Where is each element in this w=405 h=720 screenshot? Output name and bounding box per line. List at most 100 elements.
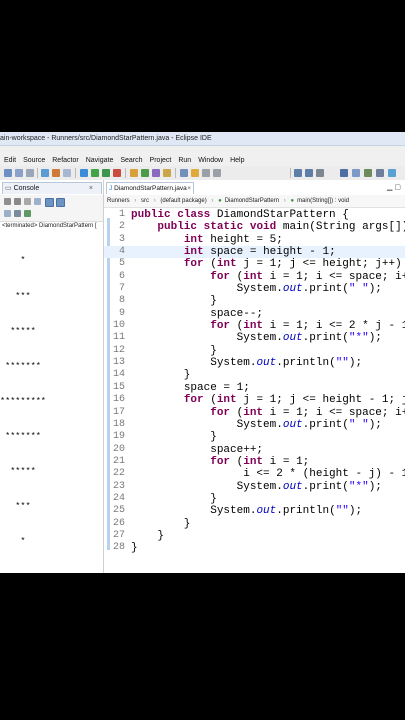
code-text: public class DiamondStarPattern { xyxy=(131,209,349,221)
clear-console-icon[interactable] xyxy=(34,198,41,205)
new-class-icon[interactable] xyxy=(141,169,149,177)
code-line[interactable]: 26 } xyxy=(104,518,405,530)
menu-edit[interactable]: Edit xyxy=(4,157,16,164)
close-icon[interactable]: × xyxy=(187,183,191,194)
breadcrumb-project[interactable]: Runners xyxy=(107,198,130,204)
code-line[interactable]: 7 System.out.print(" "); xyxy=(104,283,405,295)
remove-all-icon[interactable] xyxy=(24,198,31,205)
scroll-lock-icon[interactable] xyxy=(45,198,54,207)
next-edit-icon[interactable] xyxy=(213,169,221,177)
display-console-icon[interactable] xyxy=(14,210,21,217)
breadcrumb-package[interactable]: (default package) xyxy=(160,198,206,204)
code-line[interactable]: 4 int space = height - 1; xyxy=(104,246,405,259)
menu-help[interactable]: Help xyxy=(230,157,244,164)
code-line[interactable]: 21 for (int i = 1; xyxy=(104,456,405,468)
debug-perspective-icon[interactable] xyxy=(364,169,372,177)
code-line[interactable]: 25 System.out.println(""); xyxy=(104,505,405,517)
menu-source[interactable]: Source xyxy=(23,157,45,164)
new-package-icon[interactable] xyxy=(130,169,138,177)
java-perspective-icon[interactable] xyxy=(352,169,360,177)
breadcrumb-class[interactable]: DiamondStarPattern xyxy=(225,198,279,204)
code-line[interactable]: 22 i <= 2 * (height - j) - 1; i++) { xyxy=(104,468,405,480)
open-type-icon[interactable] xyxy=(152,169,160,177)
code-line[interactable]: 3 int height = 5; xyxy=(104,234,405,246)
code-line[interactable]: 2 public static void main(String args[])… xyxy=(104,221,405,233)
code-line[interactable]: 18 System.out.print(" "); xyxy=(104,419,405,431)
stop-icon[interactable] xyxy=(113,169,121,177)
minimize-icon[interactable]: ▁ ▢ xyxy=(387,183,401,191)
editor-tab[interactable]: J DiamondStarPattern.java × xyxy=(106,182,194,194)
output-line: *** xyxy=(0,501,31,512)
line-number: 24 xyxy=(112,492,125,504)
run-icon[interactable] xyxy=(91,169,99,177)
line-number: 26 xyxy=(112,517,125,529)
code-line[interactable]: 27 } xyxy=(104,530,405,542)
code-text: } xyxy=(131,369,191,382)
code-text: System.out.print(" "); xyxy=(236,418,382,431)
code-line[interactable]: 24 } xyxy=(104,493,405,505)
menu-run[interactable]: Run xyxy=(178,157,191,164)
settings-icon[interactable] xyxy=(388,169,396,177)
code-line[interactable]: 14 } xyxy=(104,369,405,381)
class-icon: ● xyxy=(218,198,222,204)
stop-icon[interactable] xyxy=(4,198,11,205)
window-title: ain-workspace - Runners/src/DiamondStarP… xyxy=(0,132,405,146)
breadcrumb-method[interactable]: main(String[]) : void xyxy=(297,198,349,204)
git-perspective-icon[interactable] xyxy=(376,169,384,177)
code-line[interactable]: 11 System.out.print("*"); xyxy=(104,332,405,344)
code-line[interactable]: 5 for (int j = 1; j <= height; j++) { xyxy=(104,258,405,270)
code-text: int space = height - 1; xyxy=(183,246,336,259)
open-console-icon[interactable] xyxy=(24,210,31,217)
code-line[interactable]: 9 space--; xyxy=(104,308,405,320)
code-line[interactable]: 17 for (int i = 1; i <= space; i++) { xyxy=(104,407,405,419)
line-number: 16 xyxy=(112,394,125,406)
pencil-icon[interactable] xyxy=(191,169,199,177)
menu-navigate[interactable]: Navigate xyxy=(86,157,114,164)
menu-refactor[interactable]: Refactor xyxy=(52,157,78,164)
menu-search[interactable]: Search xyxy=(120,157,142,164)
code-line[interactable]: 19 } xyxy=(104,431,405,443)
forward-icon[interactable] xyxy=(305,169,313,177)
code-line[interactable]: 1 public class DiamondStarPattern { xyxy=(104,209,405,221)
print-icon[interactable] xyxy=(26,169,34,177)
remove-launch-icon[interactable] xyxy=(14,198,21,205)
menu-window[interactable]: Window xyxy=(198,157,223,164)
search-icon[interactable] xyxy=(163,169,171,177)
perspective-icon[interactable] xyxy=(340,169,348,177)
debug-run-icon[interactable] xyxy=(80,169,88,177)
tool-icon[interactable] xyxy=(52,169,60,177)
code-line[interactable]: 23 System.out.print("*"); xyxy=(104,481,405,493)
coverage-icon[interactable] xyxy=(102,169,110,177)
code-line[interactable]: 15 space = 1; xyxy=(104,382,405,394)
line-number: 25 xyxy=(112,505,125,517)
code-line[interactable]: 28} xyxy=(104,542,405,554)
code-line[interactable]: 12 } xyxy=(104,345,405,357)
debug-icon[interactable] xyxy=(41,169,49,177)
main-toolbar xyxy=(0,166,405,181)
back-icon[interactable] xyxy=(294,169,302,177)
code-text: space = 1; xyxy=(183,381,250,394)
code-line[interactable]: 6 for (int i = 1; i <= space; i++) { xyxy=(104,271,405,283)
console-icon: ▭ xyxy=(5,185,12,192)
breadcrumb-src[interactable]: src xyxy=(141,198,149,204)
pin-icon[interactable] xyxy=(316,169,324,177)
prev-edit-icon[interactable] xyxy=(202,169,210,177)
code-line[interactable]: 10 for (int i = 1; i <= 2 * j - 1; i++) … xyxy=(104,320,405,332)
line-number: 3 xyxy=(118,233,125,245)
code-line[interactable]: 8 } xyxy=(104,295,405,307)
code-area[interactable]: 1 public class DiamondStarPattern {2 publ… xyxy=(104,209,405,555)
terminated-label: <terminated> DiamondStarPattern [ xyxy=(2,223,97,229)
annotation-icon[interactable] xyxy=(180,169,188,177)
console-tab[interactable]: ▭ Console × xyxy=(2,182,102,194)
close-icon[interactable]: × xyxy=(89,183,93,194)
terminal-icon[interactable] xyxy=(63,169,71,177)
code-line[interactable]: 13 System.out.println(""); xyxy=(104,357,405,369)
word-wrap-icon[interactable] xyxy=(56,198,65,207)
code-line[interactable]: 20 space++; xyxy=(104,444,405,456)
menu-project[interactable]: Project xyxy=(150,157,172,164)
save-icon[interactable] xyxy=(15,169,23,177)
pin-console-icon[interactable] xyxy=(4,210,11,217)
code-line[interactable]: 16 for (int j = 1; j <= height - 1; j++)… xyxy=(104,394,405,406)
new-icon[interactable] xyxy=(4,169,12,177)
line-number: 9 xyxy=(118,307,125,319)
